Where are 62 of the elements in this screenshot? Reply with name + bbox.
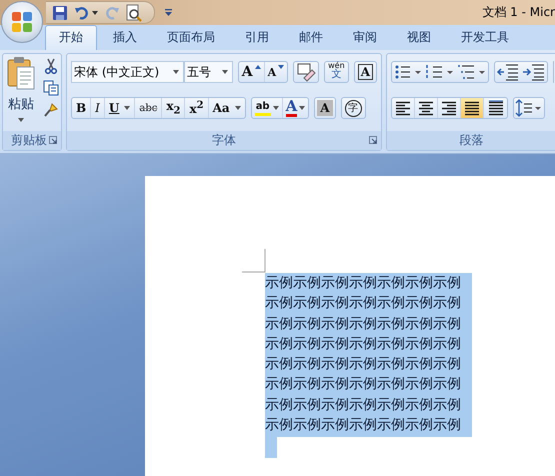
caret-icon	[299, 106, 306, 110]
font-size-field[interactable]: 五号	[184, 61, 233, 83]
format-button[interactable]: U	[104, 98, 136, 118]
group-label: 剪贴板	[11, 132, 47, 149]
ribbon-tab[interactable]: 开始	[45, 25, 97, 50]
character-border-button[interactable]: A	[358, 64, 373, 80]
grow-font-button[interactable]: A	[238, 62, 265, 82]
caret-icon[interactable]	[222, 70, 228, 74]
scissors-icon[interactable]	[43, 58, 59, 74]
body-text: 示例示例示例示例示例示例示例	[265, 355, 461, 374]
ribbon-tab[interactable]: 插入	[99, 25, 151, 50]
font-name-field[interactable]: 宋体 (中文正文)	[71, 61, 184, 83]
ribbon-tab[interactable]: 开发工具	[447, 25, 523, 50]
shrink-font-button[interactable]: A	[264, 62, 288, 82]
eraser-icon[interactable]	[295, 62, 318, 82]
body-text: 示例示例示例示例示例示例示例	[265, 396, 461, 415]
clipboard-icon	[7, 56, 35, 90]
format-button[interactable]: I	[91, 98, 105, 118]
highlight-button[interactable]: ab	[252, 98, 283, 118]
body-text: 示例示例示例示例示例示例示例	[265, 274, 461, 293]
format-button[interactable]: Aa	[208, 98, 245, 118]
font-color-button[interactable]: A	[282, 98, 308, 118]
ribbon-tab[interactable]: 审阅	[339, 25, 391, 50]
caret-icon	[18, 118, 24, 122]
crop-mark-icon	[242, 249, 266, 273]
format-button[interactable]: x$_{2}$	[162, 98, 186, 118]
format-button[interactable]: x$^{2}$	[185, 98, 209, 118]
caret-icon	[272, 106, 279, 110]
body-text: 示例示例示例示例示例示例示例	[265, 334, 461, 354]
body-text: 示例示例示例示例示例示例示例	[265, 314, 461, 334]
dialog-launcher-icon[interactable]	[369, 136, 377, 144]
line-spacing-icon[interactable]	[515, 98, 543, 118]
ribbon-tab[interactable]: 邮件	[285, 25, 337, 50]
ribbon-tab[interactable]: 引用	[231, 25, 283, 50]
character-shading-button[interactable]: A	[317, 100, 333, 116]
group-label: 字体	[212, 132, 236, 149]
undo-icon[interactable]	[74, 4, 90, 20]
print-preview-icon[interactable]	[126, 4, 142, 22]
copy-icon[interactable]	[43, 80, 59, 96]
phonetic-guide-button[interactable]: wén 文	[325, 62, 348, 82]
paste-button[interactable]: 粘贴	[7, 56, 35, 131]
body-text: 示例示例示例示例示例示例示例	[265, 416, 461, 436]
office-logo-icon	[10, 10, 34, 34]
caret-up-icon	[254, 65, 261, 69]
group-label: 段落	[460, 132, 484, 149]
save-icon[interactable]	[52, 4, 68, 20]
brush-icon[interactable]	[43, 102, 59, 118]
format-button[interactable]: B	[72, 98, 92, 118]
body-text: 示例示例示例示例示例示例示例	[265, 375, 461, 394]
customize-icon[interactable]	[165, 8, 172, 16]
increase-indent-icon[interactable]	[522, 62, 546, 82]
caret-icon[interactable]	[172, 70, 179, 74]
ribbon-tab[interactable]: 视图	[393, 25, 445, 50]
align-button[interactable]	[461, 98, 484, 118]
dialog-launcher-icon[interactable]	[49, 136, 57, 144]
window-title: 文档 1 - Micr	[482, 4, 555, 21]
caret-down-icon	[278, 65, 284, 69]
ribbon-tab[interactable]: 页面布局	[153, 25, 229, 50]
body-text: 示例示例示例示例示例示例示例	[265, 294, 461, 314]
decrease-indent-icon[interactable]	[496, 62, 520, 82]
multilevel-list-icon[interactable]	[457, 62, 487, 82]
caret-icon[interactable]	[92, 10, 98, 14]
